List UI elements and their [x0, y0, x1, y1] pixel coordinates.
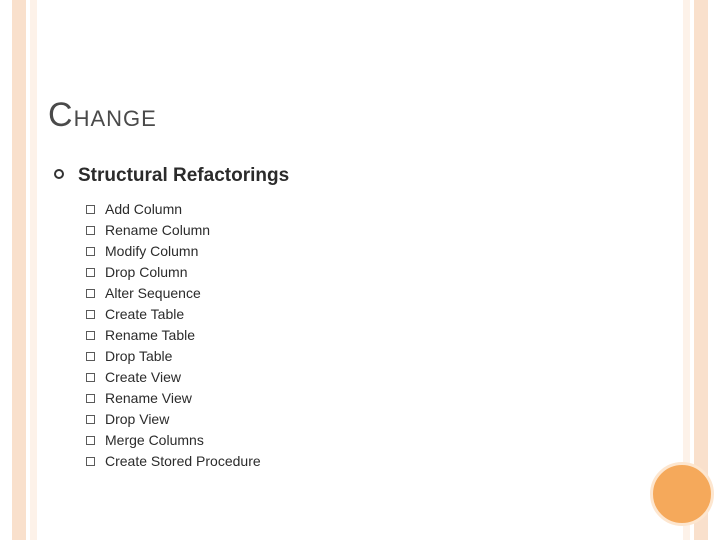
bullet-open-square-icon: [86, 457, 95, 466]
list-item-label: Rename View: [105, 390, 192, 406]
bullet-open-square-icon: [86, 352, 95, 361]
list-item-label: Rename Column: [105, 222, 210, 238]
list-item-label: Modify Column: [105, 243, 198, 259]
list-item: Drop Column: [86, 264, 672, 280]
list-item-label: Create View: [105, 369, 181, 385]
list-item-label: Create Table: [105, 306, 184, 322]
list-item-label: Drop Column: [105, 264, 187, 280]
list-item-label: Drop Table: [105, 348, 172, 364]
list-item: Create View: [86, 369, 672, 385]
refactoring-list: Add Column Rename Column Modify Column D…: [86, 201, 672, 469]
list-item: Merge Columns: [86, 432, 672, 448]
bullet-open-square-icon: [86, 373, 95, 382]
bullet-open-square-icon: [86, 247, 95, 256]
bullet-open-square-icon: [86, 331, 95, 340]
list-item: Drop Table: [86, 348, 672, 364]
bullet-open-square-icon: [86, 289, 95, 298]
list-item: Create Table: [86, 306, 672, 322]
bullet-open-square-icon: [86, 394, 95, 403]
bullet-open-square-icon: [86, 226, 95, 235]
section-heading-row: Structural Refactorings: [54, 165, 672, 187]
list-item-label: Merge Columns: [105, 432, 204, 448]
list-item: Drop View: [86, 411, 672, 427]
bullet-open-square-icon: [86, 436, 95, 445]
section-heading: Structural Refactorings: [78, 165, 289, 187]
list-item: Rename Column: [86, 222, 672, 238]
slide: CHANGE Structural Refactorings Add Colum…: [0, 0, 720, 540]
decor-stripe-inner-left: [30, 0, 37, 540]
list-item: Modify Column: [86, 243, 672, 259]
slide-title: CHANGE: [48, 96, 672, 135]
list-item: Alter Sequence: [86, 285, 672, 301]
list-item-label: Rename Table: [105, 327, 195, 343]
title-initial: C: [48, 96, 74, 134]
title-rest: HANGE: [74, 106, 157, 131]
bullet-open-square-icon: [86, 415, 95, 424]
bullet-open-square-icon: [86, 268, 95, 277]
list-item: Create Stored Procedure: [86, 453, 672, 469]
decor-stripe-right: [694, 0, 708, 540]
list-item: Rename Table: [86, 327, 672, 343]
bullet-open-circle-icon: [54, 169, 64, 179]
list-item-label: Drop View: [105, 411, 169, 427]
list-item-label: Create Stored Procedure: [105, 453, 261, 469]
list-item-label: Alter Sequence: [105, 285, 201, 301]
list-item: Rename View: [86, 390, 672, 406]
bullet-open-square-icon: [86, 310, 95, 319]
decor-stripe-left: [12, 0, 26, 540]
decor-stripe-inner-right: [683, 0, 690, 540]
bullet-open-square-icon: [86, 205, 95, 214]
list-item: Add Column: [86, 201, 672, 217]
list-item-label: Add Column: [105, 201, 182, 217]
content-area: CHANGE Structural Refactorings Add Colum…: [48, 96, 672, 474]
